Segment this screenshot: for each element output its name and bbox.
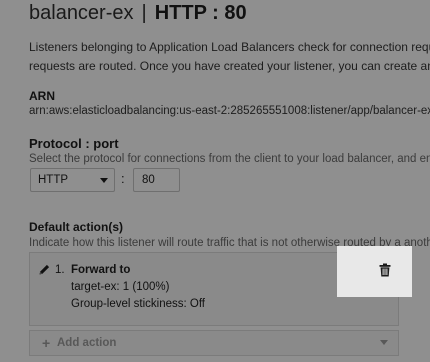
protocol-select[interactable]: HTTP [30, 168, 115, 192]
load-balancer-name: balancer-ex [29, 2, 134, 24]
description-line-2: requests are routed. Once you have creat… [29, 59, 430, 73]
pencil-icon[interactable] [38, 263, 51, 276]
action-target: target-ex: 1 (100%) [71, 281, 170, 293]
protocol-port-help: Select the protocol for connections from… [29, 153, 430, 165]
trash-icon[interactable] [379, 263, 391, 277]
title-separator: | [141, 2, 147, 24]
plus-icon: + [42, 335, 51, 351]
port-input[interactable] [133, 168, 180, 192]
listener-edit-page: balancer-ex | HTTP : 80 Listeners belongin… [0, 0, 430, 362]
action-title: Forward to [71, 264, 131, 276]
protocol-select-value: HTTP [38, 174, 69, 186]
chevron-down-icon [100, 178, 108, 183]
protocol-port-label: Protocol : port [29, 136, 119, 151]
page-title: balancer-ex | HTTP : 80 [29, 3, 247, 23]
add-action-label: Add action [57, 337, 117, 349]
listener-protocol-port: HTTP : 80 [154, 2, 247, 24]
arn-value: arn:aws:elasticloadbalancing:us-east-2:2… [29, 105, 430, 117]
action-index: 1. [55, 264, 65, 276]
default-actions-label: Default action(s) [29, 220, 124, 234]
protocol-port-colon: : [121, 171, 125, 186]
chevron-down-icon [380, 340, 388, 345]
listener-description: Listeners belonging to Application Load … [29, 38, 430, 76]
action-stickiness: Group-level stickiness: Off [71, 298, 206, 310]
description-line-1: Listeners belonging to Application Load … [29, 40, 430, 54]
arn-label: ARN [29, 89, 55, 103]
delete-highlight [337, 246, 412, 297]
